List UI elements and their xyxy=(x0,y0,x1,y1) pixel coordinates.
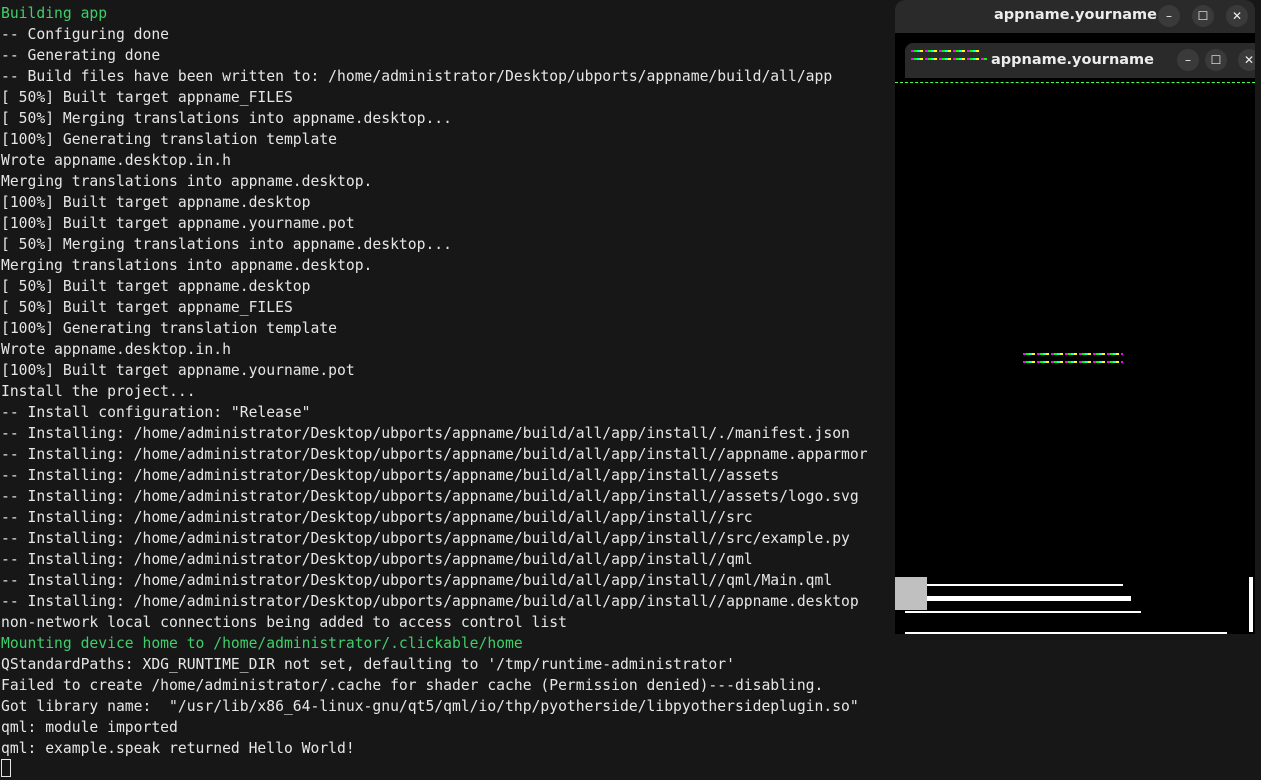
terminal-line: Wrote appname.desktop.in.h xyxy=(1,341,231,358)
terminal-prompt[interactable] xyxy=(1,759,868,780)
terminal-line: QStandardPaths: XDG_RUNTIME_DIR not set,… xyxy=(1,656,735,673)
nested-maximize-button: ☐ xyxy=(1205,49,1227,71)
terminal-line: Failed to create /home/administrator/.ca… xyxy=(1,677,824,694)
app-window[interactable]: appname.yourname – ☐ ✕ appname.yourname … xyxy=(895,0,1255,634)
terminal-line: Got library name: "/usr/lib/x86_64-linux… xyxy=(1,698,859,715)
dashed-divider xyxy=(895,82,1255,83)
terminal-line: -- Installing: /home/administrator/Deskt… xyxy=(1,488,859,505)
maximize-button[interactable]: ☐ xyxy=(1192,5,1214,27)
terminal-line: Merging translations into appname.deskto… xyxy=(1,257,373,274)
terminal-line: -- Installing: /home/administrator/Deskt… xyxy=(1,509,753,526)
terminal-line: -- Install configuration: "Release" xyxy=(1,404,311,421)
garbled-image xyxy=(895,577,927,610)
terminal-line: qml: module imported xyxy=(1,719,178,736)
minimize-button[interactable]: – xyxy=(1158,5,1180,27)
terminal-line: Building app xyxy=(1,5,108,22)
terminal-line: -- Installing: /home/administrator/Deskt… xyxy=(1,593,859,610)
scrollbar[interactable] xyxy=(1249,577,1253,632)
terminal-line: Wrote appname.desktop.in.h xyxy=(1,152,231,169)
terminal-line: -- Generating done xyxy=(1,47,161,64)
garbled-text xyxy=(1023,353,1123,355)
terminal-line: -- Installing: /home/administrator/Deskt… xyxy=(1,446,868,463)
terminal-line: [ 50%] Merging translations into appname… xyxy=(1,236,452,253)
terminal-line: [100%] Generating translation template xyxy=(1,131,338,148)
terminal-line: [ 50%] Built target appname_FILES xyxy=(1,299,293,316)
terminal-line: Merging translations into appname.deskto… xyxy=(1,173,373,190)
terminal-cursor xyxy=(1,759,11,777)
terminal-line: Install the project... xyxy=(1,383,196,400)
garbled-icon xyxy=(911,50,981,52)
garbled-text xyxy=(1023,361,1123,363)
terminal-line: [ 50%] Built target appname.desktop xyxy=(1,278,311,295)
render-line xyxy=(927,584,1123,586)
terminal-line: [ 50%] Built target appname_FILES xyxy=(1,89,293,106)
terminal-line: -- Installing: /home/administrator/Deskt… xyxy=(1,530,850,547)
nested-close-button: ✕ xyxy=(1238,49,1255,71)
nested-window-titlebar: appname.yourname – ☐ ✕ xyxy=(905,43,1255,78)
render-line xyxy=(905,611,1141,613)
close-button[interactable]: ✕ xyxy=(1226,5,1248,27)
terminal-line: [100%] Built target appname.desktop xyxy=(1,194,311,211)
app-window-title: appname.yourname xyxy=(993,7,1157,23)
terminal-line: -- Installing: /home/administrator/Deskt… xyxy=(1,467,780,484)
terminal-line: -- Installing: /home/administrator/Deskt… xyxy=(1,425,850,442)
nested-window-title: appname.yourname xyxy=(990,52,1154,68)
terminal-line: [ 50%] Merging translations into appname… xyxy=(1,110,452,127)
terminal-line: qml: example.speak returned Hello World! xyxy=(1,740,355,757)
terminal-line: [100%] Built target appname.yourname.pot xyxy=(1,215,355,232)
nested-minimize-button: – xyxy=(1177,49,1199,71)
terminal-line: -- Installing: /home/administrator/Deskt… xyxy=(1,551,753,568)
terminal-line: Mounting device home to /home/administra… xyxy=(1,635,523,652)
terminal-output: Building app -- Configuring done -- Genera… xyxy=(1,3,868,780)
terminal-line: -- Installing: /home/administrator/Deskt… xyxy=(1,572,833,589)
render-line xyxy=(905,632,1227,634)
terminal-line: non-network local connections being adde… xyxy=(1,614,567,631)
terminal-line: [100%] Built target appname.yourname.pot xyxy=(1,362,355,379)
terminal-line: -- Configuring done xyxy=(1,26,170,43)
render-line xyxy=(927,596,1131,601)
terminal-line: [100%] Generating translation template xyxy=(1,320,338,337)
garbled-icon xyxy=(911,58,987,60)
app-window-titlebar[interactable]: appname.yourname – ☐ ✕ xyxy=(895,0,1255,33)
terminal-line: -- Build files have been written to: /ho… xyxy=(1,68,833,85)
